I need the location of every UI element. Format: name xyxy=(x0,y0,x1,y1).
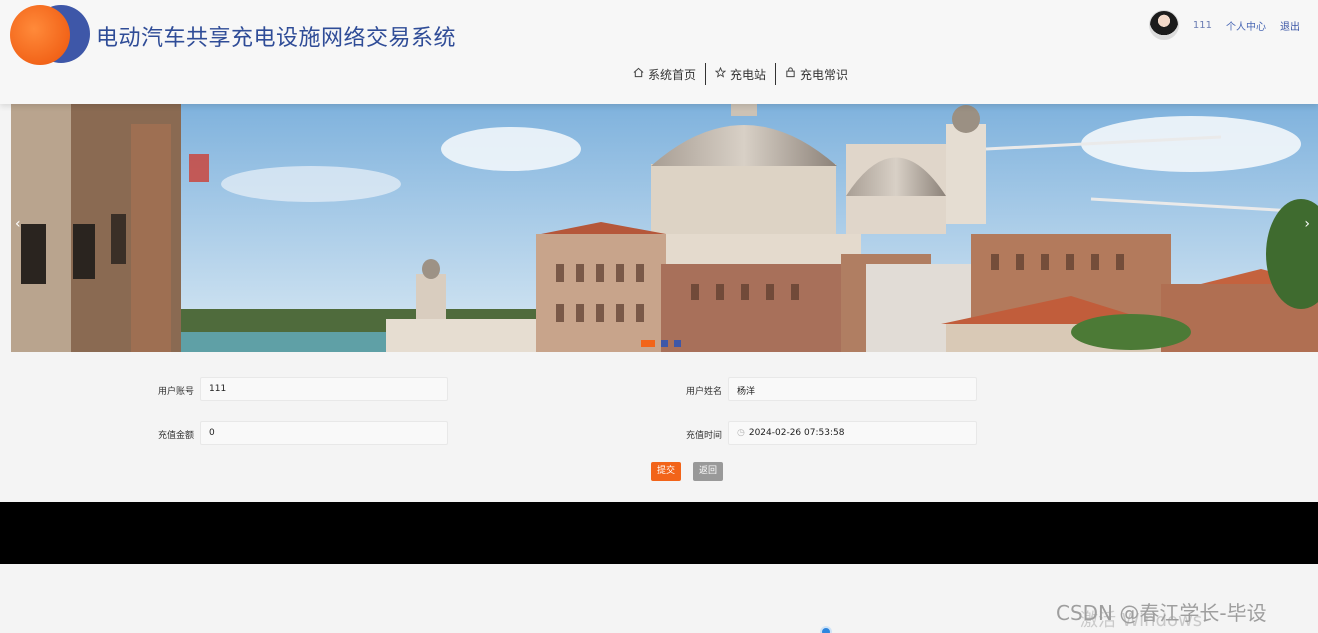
recharge-form: 用户账号 111 用户姓名 杨洋 充值金额 0 充值时间 ◷ 2024-02-26… xyxy=(0,352,1318,502)
amount-label: 充值金额 xyxy=(157,431,194,441)
footer-bar xyxy=(0,502,1318,564)
amount-field[interactable]: 0 xyxy=(200,421,448,445)
site-title: 电动汽车共享充电设施网络交易系统 xyxy=(96,26,457,51)
banner-carousel[interactable]: ‹ › xyxy=(11,104,1318,352)
site-logo xyxy=(10,5,92,65)
carousel-indicators xyxy=(641,340,681,347)
main-nav: 系统首页 充电站 充电常识 xyxy=(633,62,857,86)
nav-item-stations[interactable]: 充电站 xyxy=(706,63,775,85)
scroll-indicator[interactable] xyxy=(820,626,832,633)
username-label: 111 xyxy=(1192,19,1212,31)
submit-button[interactable]: 提交 xyxy=(651,462,681,481)
name-field[interactable]: 杨洋 xyxy=(728,377,977,401)
nav-item-home[interactable]: 系统首页 xyxy=(633,63,705,85)
carousel-dot[interactable] xyxy=(641,340,655,347)
carousel-prev-icon[interactable]: ‹ xyxy=(15,216,21,232)
nav-item-label: 系统首页 xyxy=(648,67,697,82)
carousel-dot[interactable] xyxy=(661,340,668,347)
account-field[interactable]: 111 xyxy=(200,377,448,401)
account-value: 111 xyxy=(209,384,227,394)
time-value: 2024-02-26 07:53:58 xyxy=(748,428,845,438)
user-area: 111 个人中心 退出 xyxy=(1148,10,1300,40)
top-header: 电动汽车共享充电设施网络交易系统 111 个人中心 退出 系统首页 充电站 充电… xyxy=(0,0,1318,104)
nav-item-label: 充电站 xyxy=(730,67,767,82)
back-button[interactable]: 返回 xyxy=(693,462,723,481)
avatar[interactable] xyxy=(1148,10,1179,40)
name-value: 杨洋 xyxy=(737,387,756,397)
banner-image xyxy=(11,104,1318,352)
time-label: 充值时间 xyxy=(685,431,722,441)
profile-link[interactable]: 个人中心 xyxy=(1226,18,1266,33)
home-icon xyxy=(633,67,644,81)
time-field[interactable]: ◷ 2024-02-26 07:53:58 xyxy=(728,421,977,445)
star-icon xyxy=(714,66,727,81)
nav-item-label: 充电常识 xyxy=(800,67,849,82)
bag-icon xyxy=(785,67,796,81)
nav-item-knowledge[interactable]: 充电常识 xyxy=(776,63,857,85)
carousel-next-icon[interactable]: › xyxy=(1304,216,1310,232)
account-label: 用户账号 xyxy=(157,387,194,397)
carousel-dot[interactable] xyxy=(674,340,681,347)
clock-icon: ◷ xyxy=(737,428,745,438)
name-label: 用户姓名 xyxy=(685,387,722,397)
logout-link[interactable]: 退出 xyxy=(1280,18,1300,33)
amount-value: 0 xyxy=(209,428,215,438)
csdn-watermark: CSDN @春江学长-毕设 xyxy=(1056,601,1267,625)
